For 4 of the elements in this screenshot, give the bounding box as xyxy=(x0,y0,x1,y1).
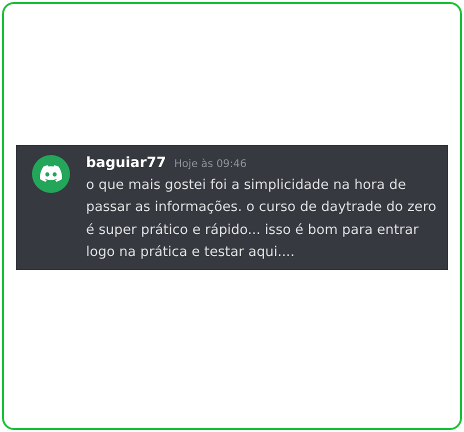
avatar-icon xyxy=(32,154,70,192)
username[interactable]: baguiar77 xyxy=(86,152,166,174)
message-text: o que mais gostei foi a simplicidade na hora de passar as informações. o curso de daytrade do zero é super prático e rápido... isso é bom para entrar logo na prática e testar aqui.... xyxy=(86,176,438,262)
timestamp: Hoje às 09:46 xyxy=(174,156,247,172)
